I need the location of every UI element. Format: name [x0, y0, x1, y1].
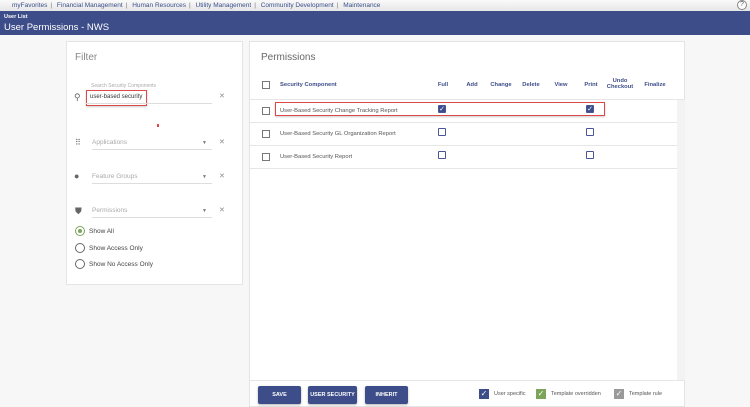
radio-show-no-access-only[interactable]: Show No Access Only — [75, 259, 153, 269]
nav-human-resources[interactable]: Human Resources — [132, 2, 186, 9]
page-header: User List User Permissions - NWS — [0, 11, 750, 35]
print-checkbox[interactable] — [586, 128, 594, 136]
check-icon: ✓ — [614, 389, 624, 399]
radio-show-all[interactable]: Show All — [75, 226, 114, 236]
chevron-down-icon[interactable]: ▼ — [202, 208, 207, 214]
full-checkbox[interactable] — [438, 128, 446, 136]
nav-my-favorites[interactable]: myFavorites — [12, 2, 47, 9]
legend-user-specific: ✓ User specific — [479, 389, 525, 399]
page-title: User Permissions - NWS — [4, 22, 110, 33]
radio-label: Show All — [89, 227, 114, 235]
legend-template-rule: ✓ Template rule — [614, 389, 662, 399]
filter-title: Filter — [75, 52, 98, 63]
legend-template-overridden: ✓ Template overridden — [536, 389, 601, 399]
nav-financial-management[interactable]: Financial Management — [57, 2, 123, 9]
filter-panel: Filter Search Security Components ⚲ user… — [66, 41, 243, 285]
table-row: User-Based Security GL Organization Repo… — [250, 123, 678, 146]
permissions-select[interactable]: Permissions — [92, 207, 127, 214]
table-row: User-Based Security Report — [250, 146, 678, 169]
row-component-name: User-Based Security GL Organization Repo… — [280, 131, 396, 137]
col-finalize: Finalize — [644, 82, 666, 88]
row-checkbox[interactable] — [262, 130, 270, 138]
user-security-button[interactable]: USER SECURITY — [308, 386, 357, 404]
clear-search-icon[interactable]: ✕ — [219, 92, 225, 100]
inherit-button[interactable]: INHERIT — [365, 386, 408, 404]
nav-community-development[interactable]: Community Development — [261, 2, 334, 9]
print-checkbox[interactable] — [586, 151, 594, 159]
help-icon[interactable]: ? — [737, 0, 747, 10]
feature-groups-select[interactable]: Feature Groups — [92, 173, 138, 180]
clear-applications-icon[interactable]: ✕ — [219, 138, 225, 146]
nav-utility-management[interactable]: Utility Management — [196, 2, 252, 9]
check-icon: ✓ — [479, 389, 489, 399]
permissions-title: Permissions — [261, 52, 316, 63]
clear-permissions-icon[interactable]: ✕ — [219, 206, 225, 214]
table-scrollbar[interactable] — [677, 100, 685, 380]
breadcrumb-user-list[interactable]: User List — [4, 14, 28, 20]
nav-maintenance[interactable]: Maintenance — [343, 2, 380, 9]
applications-select[interactable]: Applications — [92, 139, 127, 146]
radio-label: Show Access Only — [89, 244, 143, 252]
permissions-panel: Permissions Security Component Full Add … — [249, 41, 685, 407]
chevron-down-icon[interactable]: ▼ — [202, 140, 207, 146]
select-all-checkbox[interactable] — [262, 81, 270, 89]
row-component-name: User-Based Security Report — [280, 154, 353, 160]
clear-feature-groups-icon[interactable]: ✕ — [219, 172, 225, 180]
radio-label: Show No Access Only — [89, 260, 153, 268]
save-button[interactable]: SAVE — [258, 386, 301, 404]
legend-label: User specific — [494, 391, 526, 397]
col-undo-checkout: Undo Checkout — [606, 78, 634, 90]
legend-label: Template rule — [629, 391, 663, 397]
feature-groups-icon: ● — [74, 171, 80, 181]
highlight-box — [275, 102, 605, 116]
shield-icon: ⛊ — [75, 206, 82, 216]
row-checkbox[interactable] — [262, 153, 270, 161]
top-navigation: myFavorites | Financial Management | Human… — [0, 0, 750, 11]
radio-show-access-only[interactable]: Show Access Only — [75, 243, 143, 253]
check-icon: ✓ — [536, 389, 546, 399]
applications-grid-icon: ⠿ — [75, 138, 81, 147]
search-label: Search Security Components — [91, 83, 157, 89]
chevron-down-icon[interactable]: ▼ — [202, 174, 207, 180]
search-icon: ⚲ — [74, 92, 81, 102]
row-checkbox[interactable] — [262, 107, 270, 115]
full-checkbox[interactable] — [438, 151, 446, 159]
col-security-component: Security Component — [280, 82, 337, 88]
legend-label: Template overridden — [551, 391, 601, 397]
